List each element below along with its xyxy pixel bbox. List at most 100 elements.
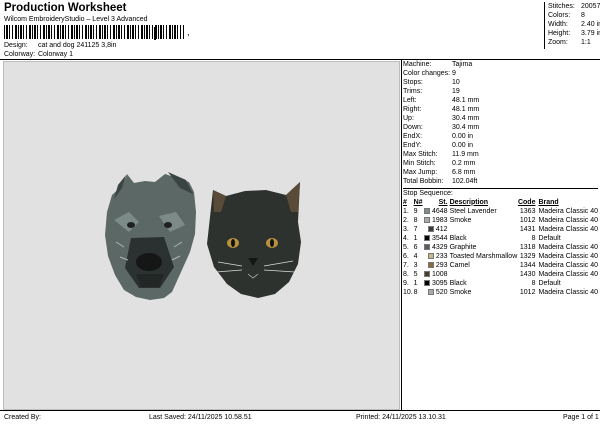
table-row: 7. 3 293 Camel 1344 Madeira Classic 40 [403,261,598,270]
row-description: Smoke [449,289,472,296]
machine-info-panel: Machine: Tajima Color changes: 9 Stops: 10 … [403,60,598,297]
info-max-stitch: Max Stitch: 11.9 mm [403,151,479,158]
design-preview [3,61,400,410]
row-index: 7. [403,262,409,269]
colorway-value: Colorway 1 [37,51,73,58]
row-brand: Madeira Classic 40 [538,226,598,233]
stat-height: Height: 3.79 in [548,30,600,37]
table-row: 6. 4 233 Toasted Marshmallow 1329 Madeira Cla… [403,252,598,261]
stat-stitches: Stitches: 20057 [548,3,600,10]
table-header-row: # N# St. Description Code Brand [403,197,598,207]
row-code: 1431 [519,226,536,233]
row-stitches: 412 [423,225,448,234]
color-swatch-icon [423,280,430,286]
row-description [448,225,518,234]
color-swatch-icon [427,289,434,295]
color-swatch-icon [423,271,430,277]
row-index: 8. [403,271,409,278]
table-row: 4. 1 3544 Black 8 Default [403,234,598,243]
col-index: # [403,198,407,206]
row-description: Steel Lavender [449,208,497,215]
row-brand: Madeira Classic 40 [538,253,598,260]
row-needle: 8 [413,289,418,296]
row-description: Smoke [449,217,472,224]
color-swatch-icon [427,226,434,232]
color-swatch-icon [423,208,430,214]
row-needle: 3 [413,262,418,269]
design-row: Design: cat and dog 241125 3,8in [4,42,116,49]
row-index: 4. [403,235,409,242]
design-stats: Stitches: 20057 Colors: 8 Width: 2.40 in He… [544,2,600,49]
stop-sequence-table: # N# St. Description Code Brand 1. 9 4648 S… [403,197,598,297]
barcode [4,25,184,39]
row-description: Camel [449,262,470,269]
row-code: 1363 [519,208,536,215]
table-row: 3. 7 412 1431 Madeira Classic 40 [403,225,598,234]
info-stops: Stops: 10 [403,79,460,86]
row-index: 2. [403,217,409,224]
row-code: 8 [531,280,536,287]
row-brand: Default [538,235,561,242]
row-brand: Madeira Classic 40 [538,217,598,224]
row-index: 10. [403,289,413,296]
row-brand: Madeira Classic 40 [538,289,598,296]
panel-divider [401,60,402,410]
table-row: 9. 1 3095 Black 8 Default [403,279,598,288]
row-stitches: 520 [423,288,448,297]
row-description: Black [449,235,467,242]
row-brand: Madeira Classic 40 [538,271,598,278]
row-index: 1. [403,208,409,215]
footer-printed: Printed: 24/11/2025 13.10.31 [356,414,446,421]
colorway-row: Colorway: Colorway 1 [4,51,73,58]
info-endy: EndY: 0.00 in [403,142,474,149]
row-code: 1012 [519,289,536,296]
row-code: 8 [531,235,536,242]
info-endx: EndX: 0.00 in [403,133,474,140]
info-down: Down: 30.4 mm [403,124,480,131]
footer: Created By: Last Saved: 24/11/2025 10.58… [0,413,600,424]
row-stitches: 1983 [423,216,448,225]
barcode-comma: , [187,27,190,37]
row-index: 3. [403,226,409,233]
footer-last-saved: Last Saved: 24/11/2025 10.58.51 [149,414,252,421]
col-brand: Brand [538,198,559,206]
row-stitches: 3544 [423,234,448,243]
design-label: Design: [4,42,28,49]
color-swatch-icon [423,217,430,223]
row-needle: 5 [413,271,418,278]
row-stitches: 4329 [423,243,448,252]
col-description: Description [449,198,489,206]
color-swatch-icon [423,235,430,241]
row-needle: 9 [413,208,418,215]
col-needle: N# [413,198,423,206]
color-swatch-icon [423,244,430,250]
row-code: 1430 [519,271,536,278]
row-needle: 4 [413,253,418,260]
table-row: 2. 8 1983 Smoke 1012 Madeira Classic 40 [403,216,598,225]
info-machine: Machine: Tajima [403,61,473,68]
row-needle: 1 [413,280,418,287]
info-max-jump: Max Jump: 6.8 mm [403,169,476,176]
stat-width: Width: 2.40 in [548,21,600,28]
row-code: 1318 [519,244,536,251]
barcode-tail [154,27,156,40]
colorway-label: Colorway: [4,51,36,58]
table-row: 1. 9 4648 Steel Lavender 1363 Madeira Classic… [403,207,598,216]
footer-created-by: Created By: [4,414,41,421]
info-left: Left: 48.1 mm [403,97,480,104]
color-swatch-icon [427,253,434,259]
row-code: 1329 [519,253,536,260]
info-total-bobbin: Total Bobbin: 102.04ft [403,178,478,185]
info-up: Up: 30.4 mm [403,115,480,122]
row-code: 1012 [519,217,536,224]
footer-page: Page 1 of 1 [563,414,599,421]
row-stitches: 3095 [423,279,448,288]
table-row: 8. 5 1008 1430 Madeira Classic 40 [403,270,598,279]
row-index: 5. [403,244,409,251]
info-min-stitch: Min Stitch: 0.2 mm [403,160,476,167]
info-right: Right: 48.1 mm [403,106,480,113]
row-brand: Madeira Classic 40 [538,208,598,215]
col-stitches: St. [438,198,448,206]
row-description: Toasted Marshmallow [449,253,518,260]
row-stitches: 233 [423,252,448,261]
